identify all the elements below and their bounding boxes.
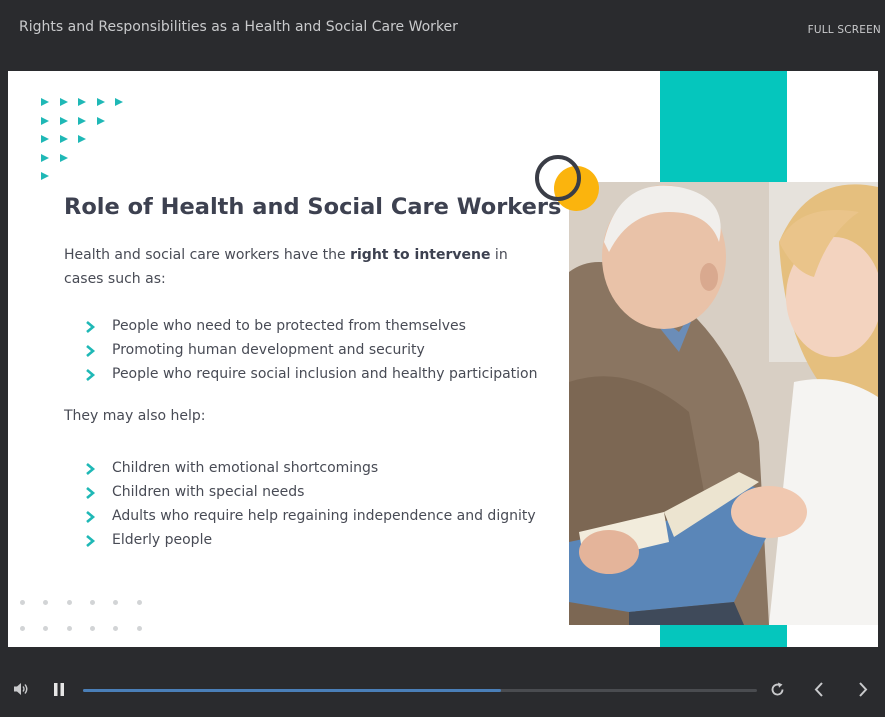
dot-marker — [113, 600, 119, 605]
progress-bar[interactable] — [83, 689, 757, 692]
fullscreen-button[interactable]: FULL SCREEN — [808, 24, 881, 36]
dot-marker — [43, 626, 49, 631]
list-item-label: Elderly people — [112, 532, 213, 548]
volume-icon[interactable] — [13, 682, 29, 696]
slide-heading: Role of Health and Social Care Workers — [64, 194, 562, 220]
intro-text-bold: right to intervene — [350, 247, 491, 263]
list-item: Adults who require help regaining indepe… — [84, 504, 536, 528]
dot-marker — [66, 600, 72, 605]
intervention-list: People who need to be protected from the… — [84, 314, 538, 386]
triangle-marker — [41, 116, 49, 125]
triangle-marker — [41, 172, 49, 180]
list-item: People who require social inclusion and … — [84, 362, 538, 386]
dot-marker — [20, 626, 25, 631]
triangle-marker — [78, 98, 86, 106]
triangle-marker — [59, 98, 68, 106]
dot-marker — [66, 626, 72, 631]
course-title: Rights and Responsibilities as a Health … — [19, 19, 458, 35]
triangle-marker — [59, 116, 68, 125]
dot-marker — [43, 600, 49, 605]
list-item-label: People who require social inclusion and … — [112, 366, 538, 382]
dot-marker — [20, 600, 25, 605]
list-item-label: People who need to be protected from the… — [112, 318, 466, 334]
chevron-right-icon — [86, 321, 96, 333]
intro-text-start: Health and social care workers have the — [64, 247, 351, 263]
dot-marker — [89, 626, 95, 631]
list-item-label: Promoting human development and security — [112, 342, 425, 358]
help-list: Children with emotional shortcomings Chi… — [84, 456, 536, 552]
triangle-marker — [78, 116, 86, 125]
dot-marker — [136, 626, 142, 631]
list-item: Elderly people — [84, 528, 536, 552]
chevron-right-icon — [86, 463, 96, 475]
pause-icon[interactable] — [53, 683, 65, 696]
triangle-marker — [41, 153, 49, 162]
dot-marker — [113, 626, 119, 631]
next-icon[interactable] — [857, 682, 869, 697]
triangle-marker — [41, 135, 49, 143]
intro-text: Health and social care workers have the … — [64, 243, 514, 291]
chevron-right-icon — [86, 511, 96, 523]
list-item: Children with emotional shortcomings — [84, 456, 536, 480]
triangle-marker — [96, 116, 105, 125]
caregiver-photo — [569, 182, 878, 625]
subheading: They may also help: — [64, 408, 206, 424]
replay-icon[interactable] — [770, 682, 785, 697]
prev-icon[interactable] — [813, 682, 825, 697]
player-controls — [0, 661, 885, 717]
list-item: Children with special needs — [84, 480, 536, 504]
slide: Role of Health and Social Care Workers H… — [8, 71, 878, 647]
chevron-right-icon — [86, 487, 96, 499]
list-item: People who need to be protected from the… — [84, 314, 538, 338]
list-item-label: Adults who require help regaining indepe… — [112, 508, 536, 524]
list-item-label: Children with emotional shortcomings — [112, 460, 379, 476]
triangle-marker — [59, 135, 68, 143]
progress-fill — [83, 689, 501, 692]
triangle-marker — [115, 98, 123, 106]
dot-marker — [89, 600, 95, 605]
triangle-marker — [96, 98, 105, 106]
decorative-triangles — [41, 98, 141, 188]
chevron-right-icon — [86, 535, 96, 547]
decorative-dots — [20, 600, 150, 634]
triangle-marker — [78, 135, 86, 143]
chevron-right-icon — [86, 345, 96, 357]
chevron-right-icon — [86, 369, 96, 381]
player-header: Rights and Responsibilities as a Health … — [0, 0, 885, 70]
list-item: Promoting human development and security — [84, 338, 538, 362]
dot-marker — [136, 600, 142, 605]
triangle-marker — [59, 153, 68, 162]
triangle-marker — [41, 98, 49, 106]
list-item-label: Children with special needs — [112, 484, 305, 500]
